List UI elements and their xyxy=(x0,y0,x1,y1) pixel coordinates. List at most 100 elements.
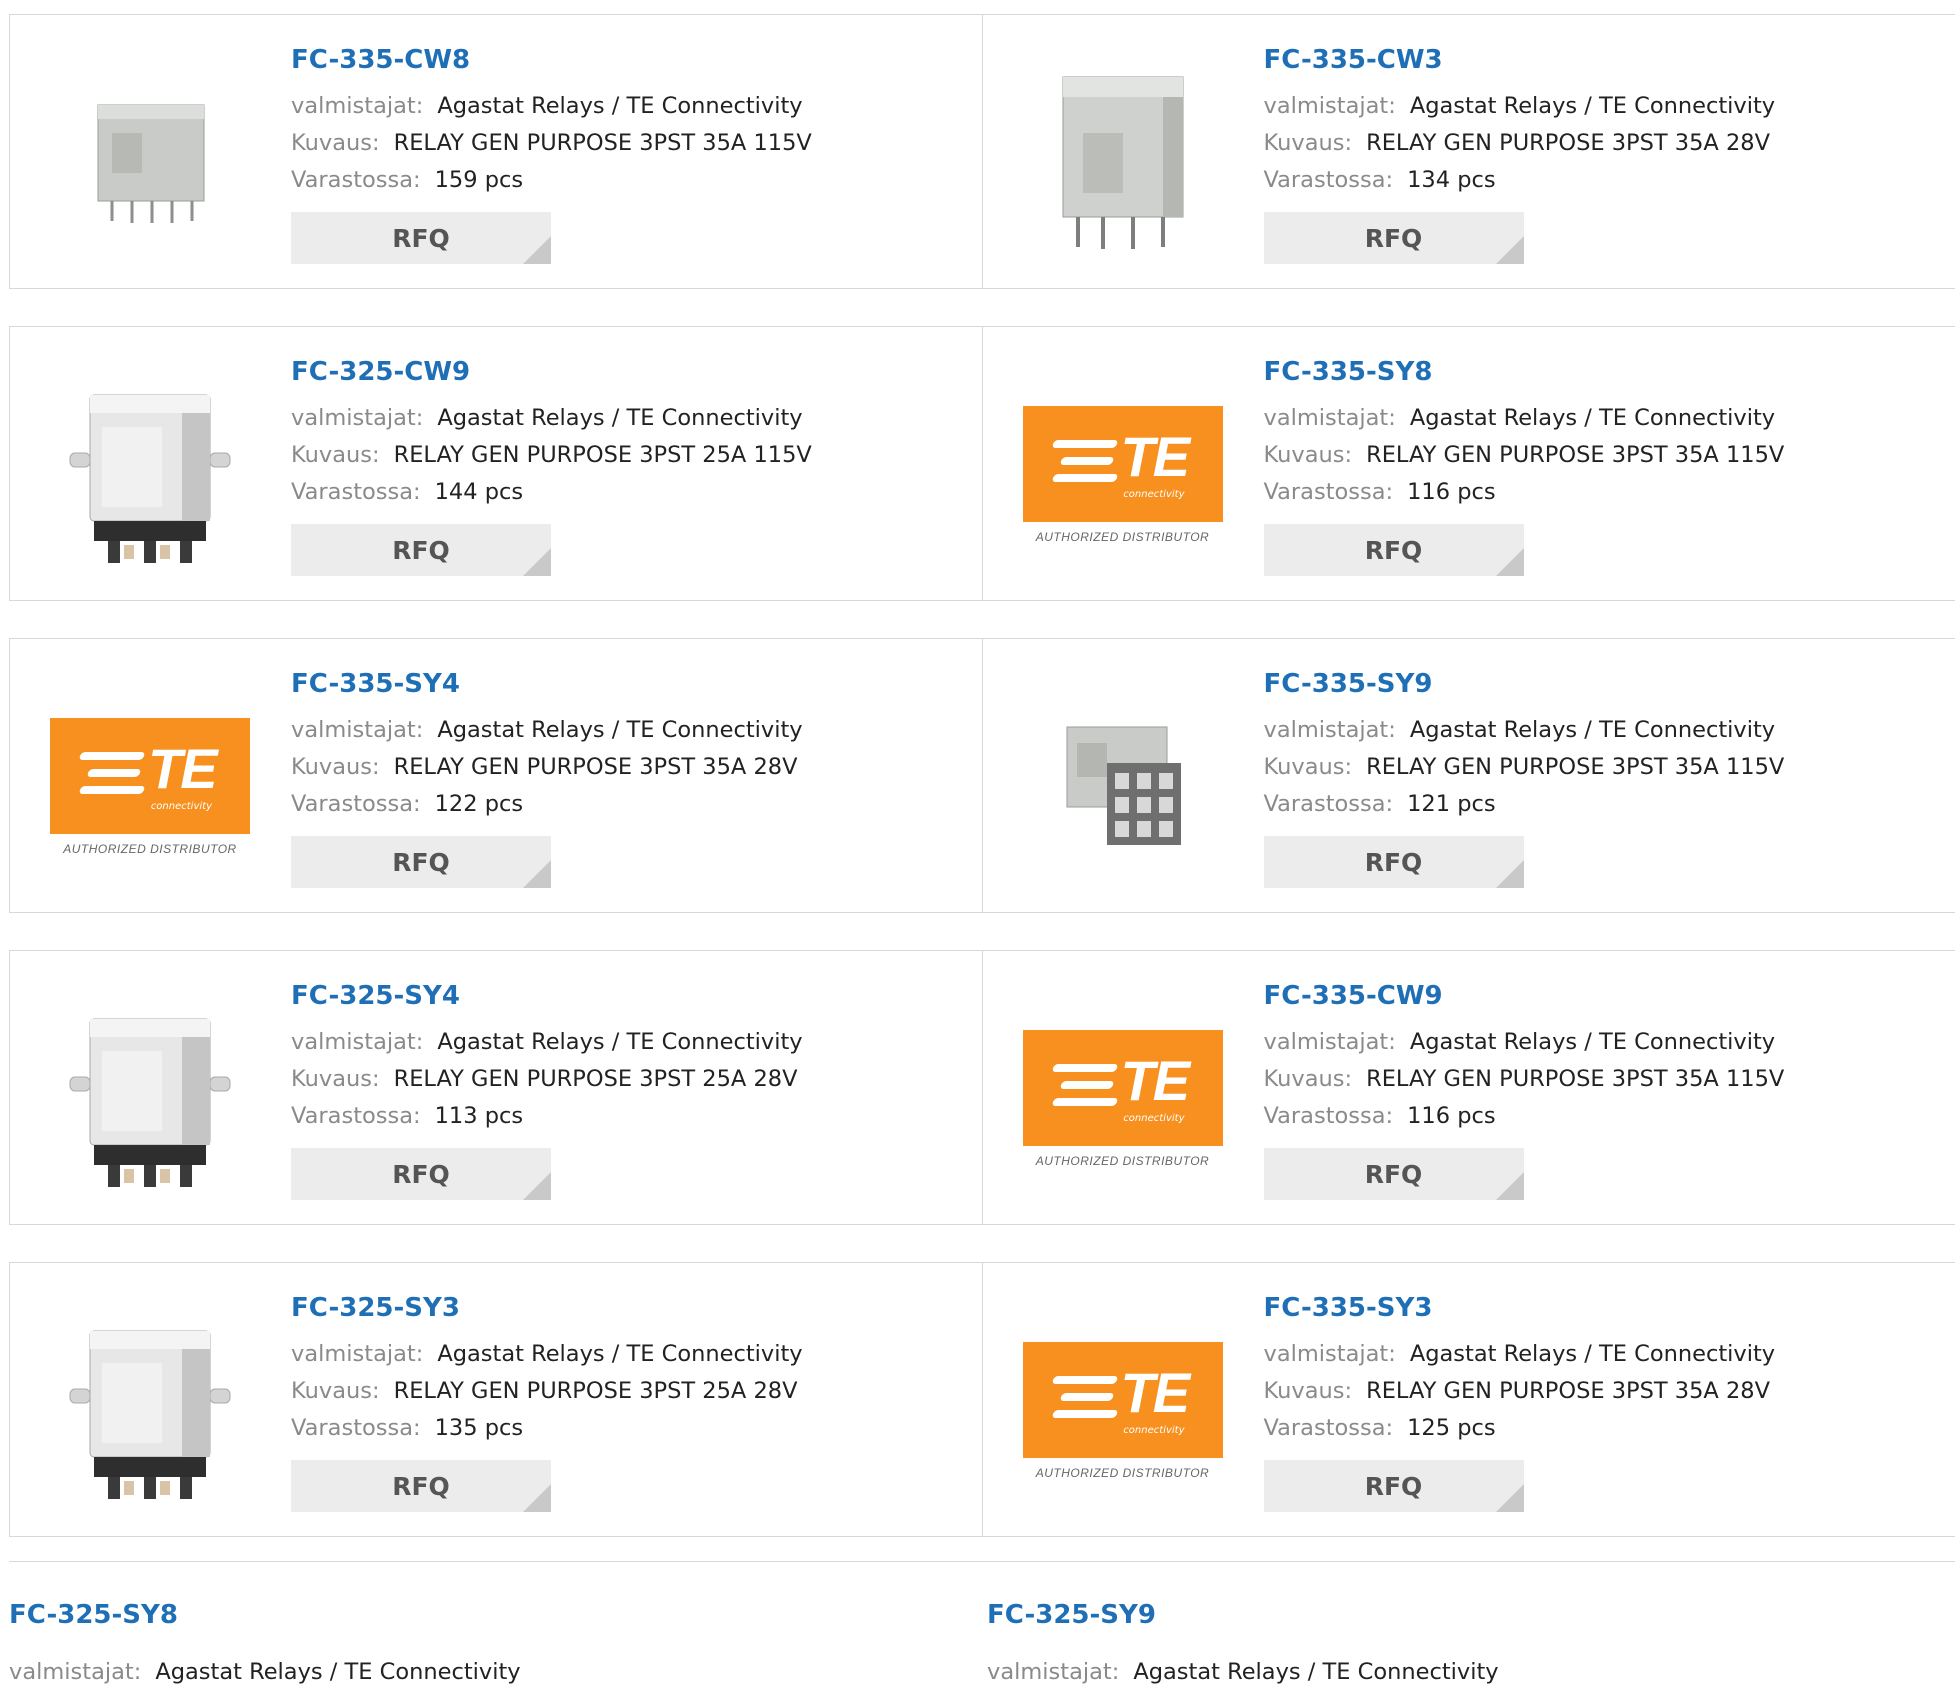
product-row: FC-335-CW8 valmistajat:Agastat Relays / … xyxy=(9,14,1955,289)
product-image[interactable] xyxy=(50,999,250,1199)
rfq-label: RFQ xyxy=(1365,1472,1423,1501)
product-image[interactable] xyxy=(1023,687,1223,887)
stock-value: 116 pcs xyxy=(1407,1103,1495,1129)
product-image[interactable]: TE connectivity AUTHORIZED DISTRIBUTOR xyxy=(1023,1311,1223,1511)
part-number-link[interactable]: FC-325-SY8 xyxy=(9,1600,178,1631)
part-number-link[interactable]: FC-325-SY3 xyxy=(291,1293,803,1324)
manufacturer-label: valmistajat: xyxy=(1264,405,1396,431)
authorized-distributor-text: AUTHORIZED DISTRIBUTOR xyxy=(1036,1154,1209,1168)
relay-flange-icon xyxy=(50,1311,250,1511)
manufacturer-value: Agastat Relays / TE Connectivity xyxy=(1410,1029,1775,1055)
rfq-label: RFQ xyxy=(1365,1160,1423,1189)
part-number-link[interactable]: FC-335-CW3 xyxy=(1264,45,1776,76)
part-number-link[interactable]: FC-335-SY3 xyxy=(1264,1293,1776,1324)
part-number-link[interactable]: FC-325-CW9 xyxy=(291,357,812,388)
manufacturer-value: Agastat Relays / TE Connectivity xyxy=(437,717,802,743)
product-image[interactable] xyxy=(1023,63,1223,263)
manufacturer-label: valmistajat: xyxy=(1264,1029,1396,1055)
description-value: RELAY GEN PURPOSE 3PST 25A 28V xyxy=(394,1066,798,1092)
te-brand-text: TE xyxy=(1121,424,1189,489)
manufacturer-line: valmistajat:Agastat Relays / TE Connecti… xyxy=(1264,400,1785,437)
rfq-button[interactable]: RFQ xyxy=(291,1460,551,1512)
description-label: Kuvaus: xyxy=(291,754,380,780)
description-value: RELAY GEN PURPOSE 3PST 35A 115V xyxy=(394,130,812,156)
part-number-link[interactable]: FC-335-SY4 xyxy=(291,669,803,700)
te-logo-box: TE connectivity xyxy=(1023,1342,1223,1458)
rfq-label: RFQ xyxy=(1365,224,1423,253)
corner-decoration xyxy=(523,236,551,264)
product-info: FC-335-CW8 valmistajat:Agastat Relays / … xyxy=(291,45,812,264)
partial-product-row: FC-325-SY8 valmistajat:Agastat Relays / … xyxy=(0,1561,1955,1681)
product-card: FC-335-SY9 valmistajat:Agastat Relays / … xyxy=(983,638,1955,913)
manufacturer-label: valmistajat: xyxy=(291,405,423,431)
stock-value: 144 pcs xyxy=(435,479,523,505)
stock-label: Varastossa: xyxy=(291,167,421,193)
product-image[interactable] xyxy=(50,1311,250,1511)
description-value: RELAY GEN PURPOSE 3PST 35A 28V xyxy=(1366,1378,1770,1404)
te-stripes-icon xyxy=(1053,1376,1117,1427)
stock-label: Varastossa: xyxy=(1264,791,1394,817)
manufacturer-label: valmistajat: xyxy=(1264,717,1396,743)
corner-decoration xyxy=(1496,236,1524,264)
product-image[interactable]: TE connectivity AUTHORIZED DISTRIBUTOR xyxy=(50,687,250,887)
manufacturer-line: valmistajat:Agastat Relays / TE Connecti… xyxy=(1264,1336,1776,1373)
part-number-link[interactable]: FC-335-CW8 xyxy=(291,45,812,76)
stock-line: Varastossa:125 pcs xyxy=(1264,1410,1776,1447)
stock-line: Varastossa:122 pcs xyxy=(291,786,803,823)
description-value: RELAY GEN PURPOSE 3PST 25A 115V xyxy=(394,442,812,468)
rfq-button[interactable]: RFQ xyxy=(291,524,551,576)
rfq-button[interactable]: RFQ xyxy=(1264,524,1524,576)
product-info: FC-325-CW9 valmistajat:Agastat Relays / … xyxy=(291,357,812,576)
manufacturer-value: Agastat Relays / TE Connectivity xyxy=(1410,93,1775,119)
relay-flange-icon xyxy=(50,999,250,1199)
stock-value: 125 pcs xyxy=(1407,1415,1495,1441)
stock-line: Varastossa:116 pcs xyxy=(1264,474,1785,511)
rfq-button[interactable]: RFQ xyxy=(1264,836,1524,888)
product-grid: FC-335-CW8 valmistajat:Agastat Relays / … xyxy=(9,14,1955,1574)
te-connectivity-logo: TE connectivity AUTHORIZED DISTRIBUTOR xyxy=(50,718,250,856)
product-card: FC-325-SY8 valmistajat: Agastat Relays / … xyxy=(9,1561,987,1682)
product-image[interactable] xyxy=(50,375,250,575)
corner-decoration xyxy=(523,1484,551,1512)
part-number-link[interactable]: FC-335-SY8 xyxy=(1264,357,1785,388)
stock-label: Varastossa: xyxy=(291,791,421,817)
description-label: Kuvaus: xyxy=(291,1066,380,1092)
description-line: Kuvaus:RELAY GEN PURPOSE 3PST 35A 115V xyxy=(1264,749,1785,786)
rfq-button[interactable]: RFQ xyxy=(291,1148,551,1200)
corner-decoration xyxy=(523,548,551,576)
manufacturer-value: Agastat Relays / TE Connectivity xyxy=(437,1029,802,1055)
rfq-label: RFQ xyxy=(392,1160,450,1189)
manufacturer-label: valmistajat: xyxy=(9,1659,141,1685)
rfq-button[interactable]: RFQ xyxy=(291,836,551,888)
manufacturer-value: Agastat Relays / TE Connectivity xyxy=(155,1659,520,1685)
product-image[interactable] xyxy=(50,63,250,263)
rfq-button[interactable]: RFQ xyxy=(1264,1148,1524,1200)
product-info: FC-325-SY3 valmistajat:Agastat Relays / … xyxy=(291,1293,803,1512)
rfq-button[interactable]: RFQ xyxy=(1264,212,1524,264)
part-number-link[interactable]: FC-335-CW9 xyxy=(1264,981,1785,1012)
te-stripes-icon xyxy=(1053,1064,1117,1115)
description-value: RELAY GEN PURPOSE 3PST 35A 115V xyxy=(1366,442,1784,468)
te-sub-text: connectivity xyxy=(1123,1425,1184,1436)
te-connectivity-logo: TE connectivity AUTHORIZED DISTRIBUTOR xyxy=(1023,1030,1223,1168)
stock-label: Varastossa: xyxy=(1264,167,1394,193)
description-line: Kuvaus:RELAY GEN PURPOSE 3PST 25A 115V xyxy=(291,437,812,474)
rfq-button[interactable]: RFQ xyxy=(1264,1460,1524,1512)
description-line: Kuvaus:RELAY GEN PURPOSE 3PST 35A 28V xyxy=(1264,125,1776,162)
product-image[interactable]: TE connectivity AUTHORIZED DISTRIBUTOR xyxy=(1023,375,1223,575)
corner-decoration xyxy=(523,1172,551,1200)
part-number-link[interactable]: FC-335-SY9 xyxy=(1264,669,1785,700)
stock-value: 135 pcs xyxy=(435,1415,523,1441)
part-number-link[interactable]: FC-325-SY9 xyxy=(987,1600,1156,1631)
manufacturer-line: valmistajat:Agastat Relays / TE Connecti… xyxy=(987,1654,1499,1691)
part-number-link[interactable]: FC-325-SY4 xyxy=(291,981,803,1012)
product-image[interactable]: TE connectivity AUTHORIZED DISTRIBUTOR xyxy=(1023,999,1223,1199)
manufacturer-line: valmistajat:Agastat Relays / TE Connecti… xyxy=(291,1024,803,1061)
stock-value: 113 pcs xyxy=(435,1103,523,1129)
manufacturer-value: Agastat Relays / TE Connectivity xyxy=(1410,1341,1775,1367)
rfq-label: RFQ xyxy=(1365,536,1423,565)
rfq-button[interactable]: RFQ xyxy=(291,212,551,264)
te-logo-box: TE connectivity xyxy=(50,718,250,834)
te-sub-text: connectivity xyxy=(1123,489,1184,500)
manufacturer-value: Agastat Relays / TE Connectivity xyxy=(437,93,802,119)
